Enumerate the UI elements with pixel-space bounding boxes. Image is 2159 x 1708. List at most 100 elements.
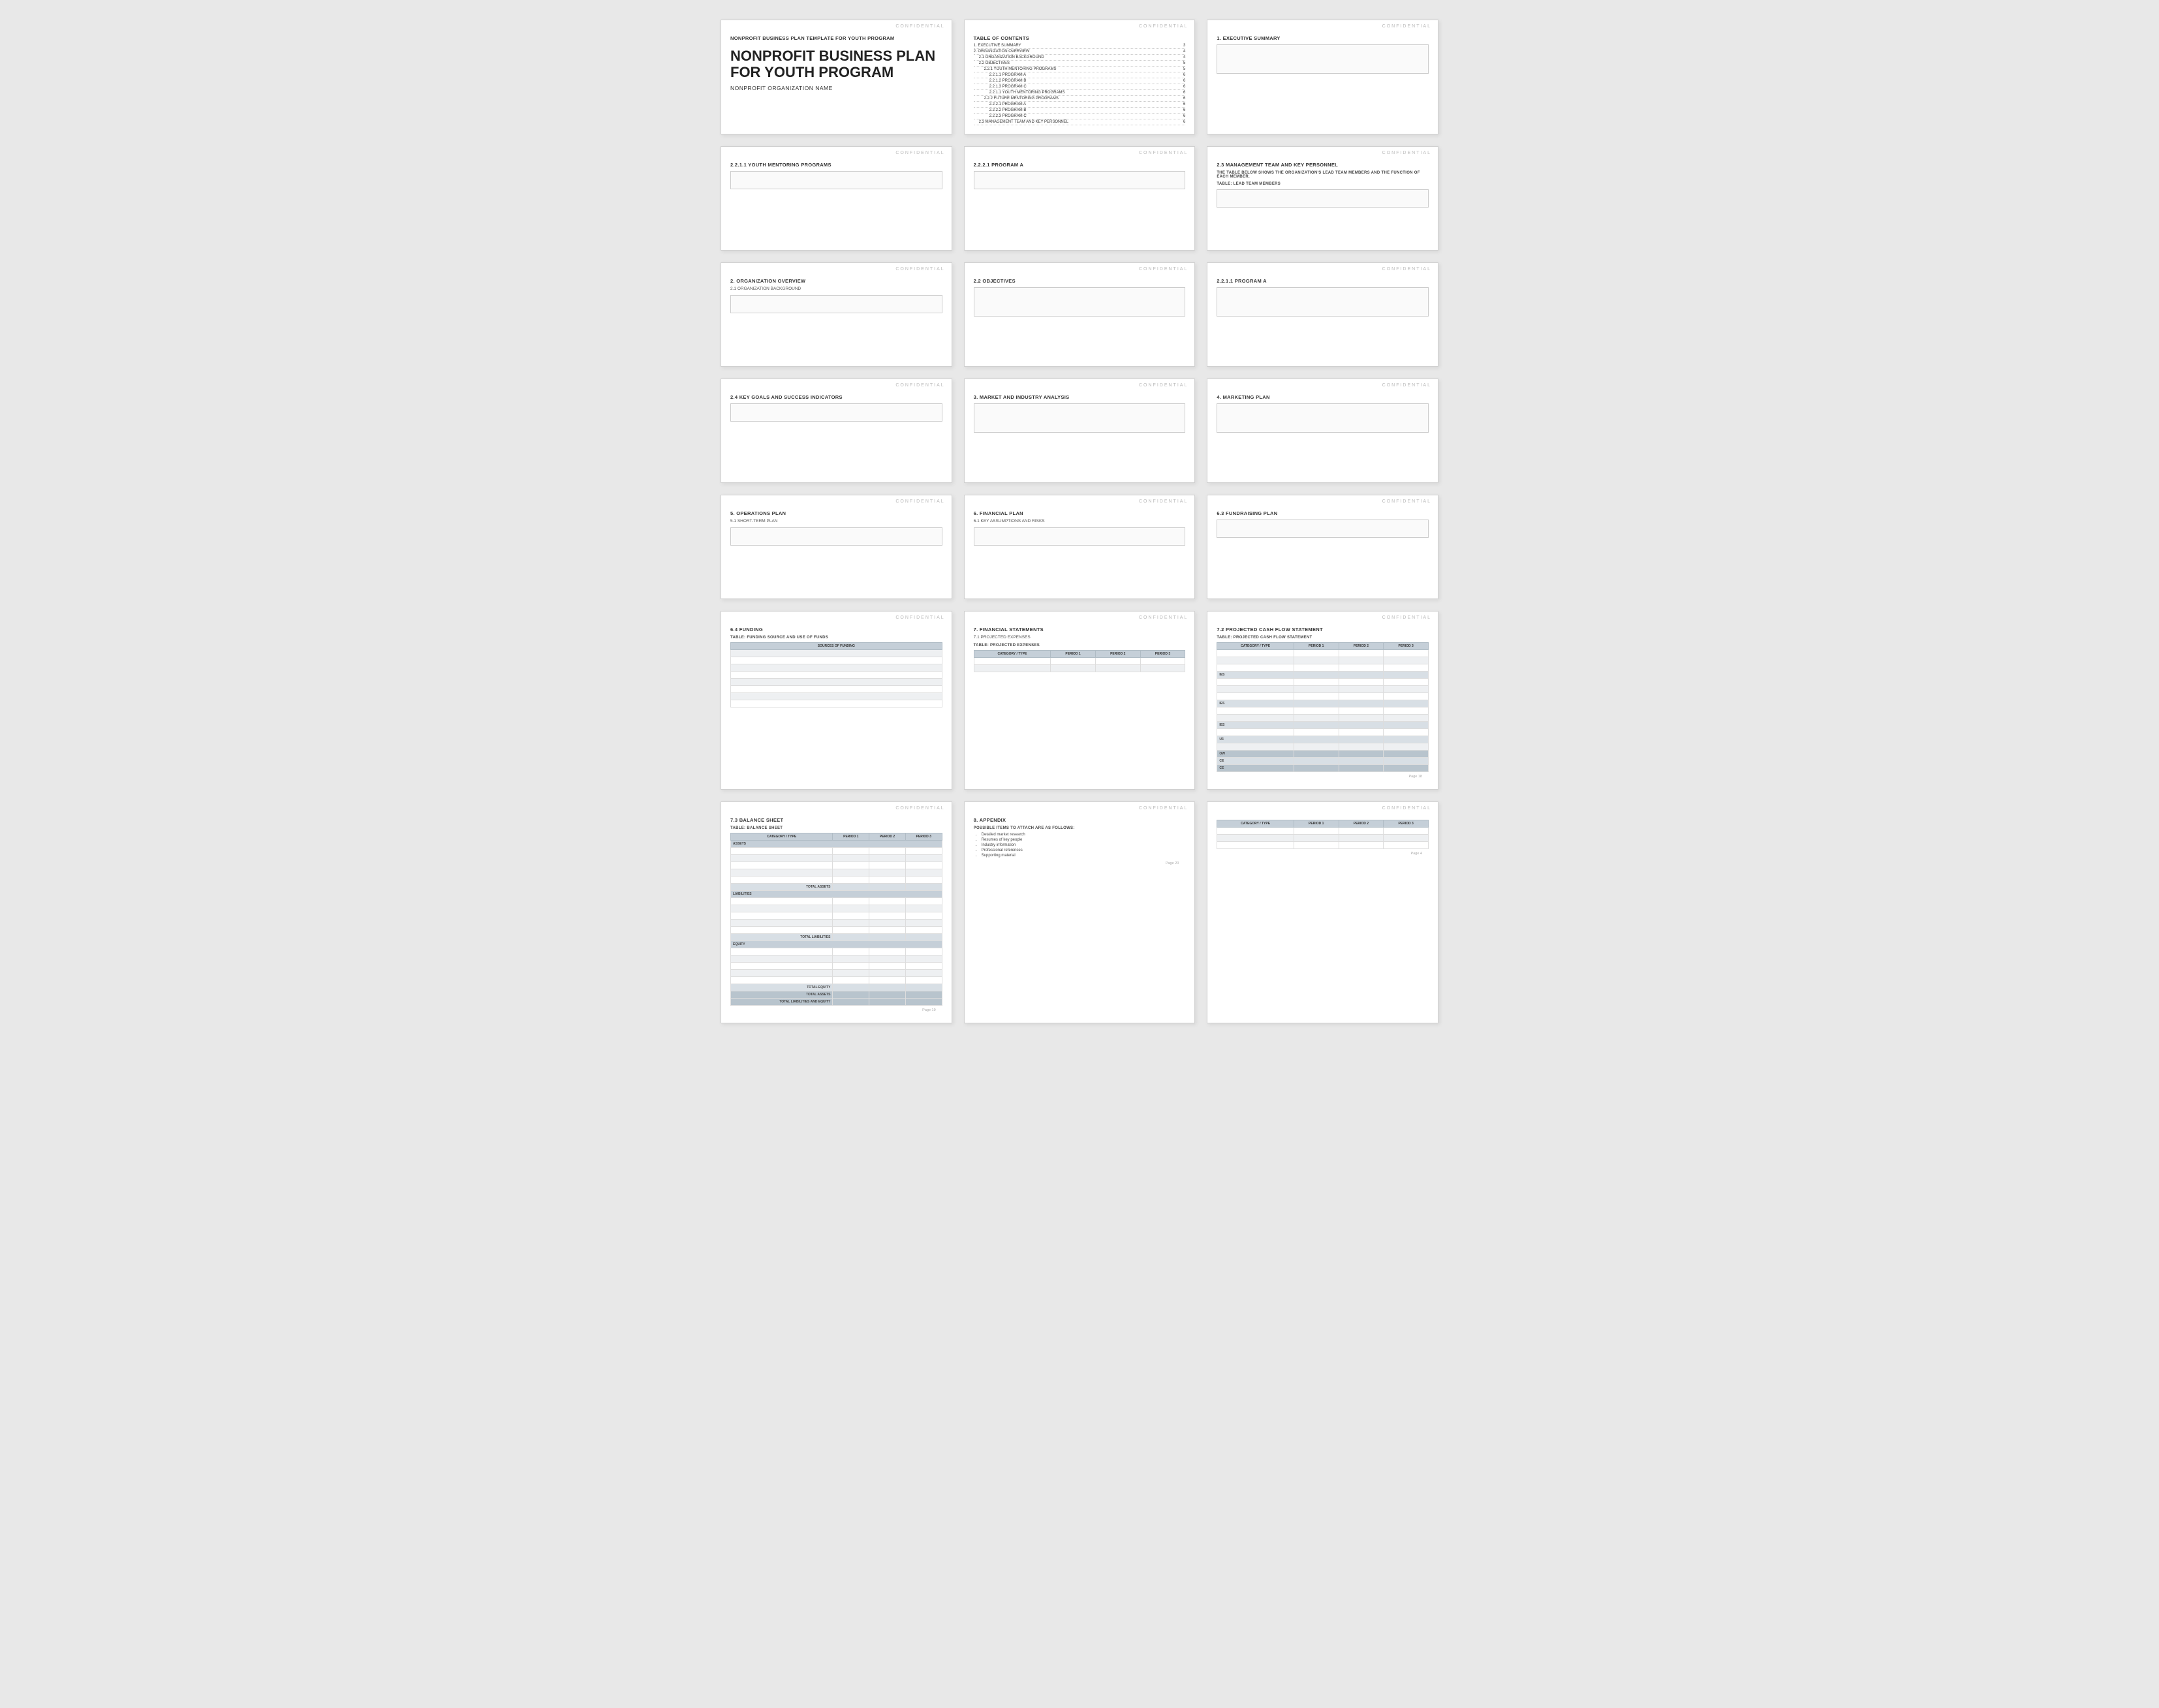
confidential-label-16: CONFIDENTIAL bbox=[721, 612, 952, 621]
operations-box bbox=[730, 527, 942, 546]
market-analysis-heading: 3. MARKET AND INDUSTRY ANALYSIS bbox=[974, 394, 1186, 400]
bs-col-category: CATEGORY / TYPE bbox=[731, 833, 833, 841]
cover-page-card: CONFIDENTIAL NONPROFIT BUSINESS PLAN TEM… bbox=[721, 20, 952, 134]
objectives-heading: 2.2 OBJECTIVES bbox=[974, 278, 1186, 284]
bs-total-equity: TOTAL EQUITY bbox=[731, 984, 833, 991]
cash-flow-page-num: Page 18 bbox=[1217, 772, 1429, 781]
youth-mentoring-heading: 2.2.1.1 YOUTH MENTORING PROGRAMS bbox=[730, 162, 942, 168]
fundraising-box bbox=[1217, 520, 1429, 538]
toc-item-9: 2.2.1.1 YOUTH MENTORING PROGRAMS6 bbox=[974, 91, 1186, 96]
appendix-item-5: Supporting material bbox=[982, 854, 1186, 858]
toc-item-6: 2.2.1.1 PROGRAM A6 bbox=[974, 73, 1186, 78]
balance-sheet-table: CATEGORY / TYPE PERIOD 1 PERIOD 2 PERIOD… bbox=[730, 833, 942, 1006]
funding-row-3 bbox=[731, 664, 942, 672]
balance-sheet-card: CONFIDENTIAL 7.3 BALANCE SHEET TABLE: BA… bbox=[721, 801, 952, 1023]
funding-col-sources: SOURCES OF FUNDING bbox=[731, 643, 942, 650]
fundraising-plan-card: CONFIDENTIAL 6.3 FUNDRAISING PLAN bbox=[1207, 495, 1438, 599]
confidential-label-2: CONFIDENTIAL bbox=[965, 20, 1195, 30]
financial-statements-card: CONFIDENTIAL 7. FINANCIAL STATEMENTS 7.1… bbox=[964, 611, 1196, 790]
confidential-label-10: CONFIDENTIAL bbox=[721, 379, 952, 389]
confidential-label-20: CONFIDENTIAL bbox=[965, 802, 1195, 812]
mgmt-table-box bbox=[1217, 189, 1429, 208]
pe-col-p3: PERIOD 3 bbox=[1140, 651, 1185, 658]
financial-statements-heading: 7. FINANCIAL STATEMENTS bbox=[974, 627, 1186, 632]
funding-card: CONFIDENTIAL 6.4 FUNDING TABLE: FUNDING … bbox=[721, 611, 952, 790]
objectives-box bbox=[974, 287, 1186, 317]
org-overview-box bbox=[730, 295, 942, 313]
confidential-label-1: CONFIDENTIAL bbox=[721, 20, 952, 30]
bs-total-assets: TOTAL ASSETS bbox=[731, 884, 833, 891]
confidential-label-12: CONFIDENTIAL bbox=[1207, 379, 1438, 389]
market-analysis-box bbox=[974, 403, 1186, 433]
bs-total-liab-equity: TOTAL LIABILITIES AND EQUITY bbox=[731, 999, 833, 1006]
toc-item-8: 2.2.1.3 PROGRAM C6 bbox=[974, 85, 1186, 90]
fundraising-heading: 6.3 FUNDRAISING PLAN bbox=[1217, 510, 1429, 516]
confidential-label-11: CONFIDENTIAL bbox=[965, 379, 1195, 389]
mgmt-team-card: CONFIDENTIAL 2.3 MANAGEMENT TEAM AND KEY… bbox=[1207, 146, 1438, 251]
confidential-label-7: CONFIDENTIAL bbox=[721, 263, 952, 273]
cfp4-col-p3: PERIOD 3 bbox=[1384, 820, 1429, 828]
org-overview-card: CONFIDENTIAL 2. ORGANIZATION OVERVIEW 2.… bbox=[721, 262, 952, 367]
toc-list: 1. EXECUTIVE SUMMARY3 2. ORGANIZATION OV… bbox=[974, 44, 1186, 125]
bs-col-p3: PERIOD 3 bbox=[905, 833, 942, 841]
toc-item-3: 2.1 ORGANIZATION BACKGROUND4 bbox=[974, 55, 1186, 61]
projected-expenses-label: TABLE: PROJECTED EXPENSES bbox=[974, 644, 1186, 647]
cover-big-title: NONPROFIT BUSINESS PLAN FOR YOUTH PROGRA… bbox=[730, 48, 942, 81]
toc-item-2: 2. ORGANIZATION OVERVIEW4 bbox=[974, 50, 1186, 55]
cf-col-category: CATEGORY / TYPE bbox=[1217, 643, 1294, 650]
toc-item-10: 2.2.2 FUTURE MENTORING PROGRAMS6 bbox=[974, 97, 1186, 102]
operations-subheading: 5.1 SHORT-TERM PLAN bbox=[730, 519, 942, 523]
cf-col-p1: PERIOD 1 bbox=[1294, 643, 1339, 650]
confidential-label-14: CONFIDENTIAL bbox=[965, 495, 1195, 505]
marketing-plan-card: CONFIDENTIAL 4. MARKETING PLAN bbox=[1207, 379, 1438, 483]
program-a2-box bbox=[1217, 287, 1429, 317]
cfp4-col-p2: PERIOD 2 bbox=[1339, 820, 1384, 828]
cash-flow-table-label: TABLE: PROJECTED CASH FLOW STATEMENT bbox=[1217, 636, 1429, 640]
objectives-card: CONFIDENTIAL 2.2 OBJECTIVES bbox=[964, 262, 1196, 367]
mgmt-table-label: TABLE: LEAD TEAM MEMBERS bbox=[1217, 182, 1429, 186]
mgmt-heading: 2.3 MANAGEMENT TEAM AND KEY PERSONNEL bbox=[1217, 162, 1429, 168]
cash-flow-page4-num: Page 4 bbox=[1217, 849, 1429, 858]
cash-flow-page4-card: CONFIDENTIAL CATEGORY / TYPE PERIOD 1 PE… bbox=[1207, 801, 1438, 1023]
projected-expenses-table: CATEGORY / TYPE PERIOD 1 PERIOD 2 PERIOD… bbox=[974, 650, 1186, 672]
confidential-label-21: CONFIDENTIAL bbox=[1207, 802, 1438, 812]
cash-flow-page4-table: CATEGORY / TYPE PERIOD 1 PERIOD 2 PERIOD… bbox=[1217, 820, 1429, 849]
financial-plan-heading: 6. FINANCIAL PLAN bbox=[974, 510, 1186, 516]
appendix-page-num: Page 20 bbox=[974, 859, 1186, 868]
program-a-card: CONFIDENTIAL 2.2.2.1 PROGRAM A bbox=[964, 146, 1196, 251]
program-a2-heading: 2.2.1.1 PROGRAM A bbox=[1217, 278, 1429, 284]
funding-row-5 bbox=[731, 679, 942, 686]
bs-equity-header: EQUITY bbox=[731, 941, 942, 948]
pe-col-category: CATEGORY / TYPE bbox=[974, 651, 1051, 658]
cover-subtitle: NONPROFIT BUSINESS PLAN TEMPLATE FOR YOU… bbox=[730, 35, 942, 41]
bs-total-liabilities: TOTAL LIABILITIES bbox=[731, 934, 833, 941]
appendix-item-1: Detailed market research bbox=[982, 833, 1186, 837]
appendix-list: Detailed market research Resumes of key … bbox=[974, 833, 1186, 858]
exec-summary-content-box bbox=[1217, 44, 1429, 74]
cfp4-col-category: CATEGORY / TYPE bbox=[1217, 820, 1294, 828]
funding-row-7 bbox=[731, 693, 942, 700]
bs-assets-header: ASSETS bbox=[731, 841, 942, 848]
funding-row-8 bbox=[731, 700, 942, 707]
balance-sheet-page-num: Page 19 bbox=[730, 1006, 942, 1015]
bs-liabilities-header: LIABILITIES bbox=[731, 891, 942, 898]
operations-heading: 5. OPERATIONS PLAN bbox=[730, 510, 942, 516]
toc-heading: TABLE OF CONTENTS bbox=[974, 35, 1186, 41]
confidential-label-13: CONFIDENTIAL bbox=[721, 495, 952, 505]
confidential-label-8: CONFIDENTIAL bbox=[965, 263, 1195, 273]
financial-plan-card: CONFIDENTIAL 6. FINANCIAL PLAN 6.1 KEY A… bbox=[964, 495, 1196, 599]
toc-item-7: 2.2.1.2 PROGRAM B6 bbox=[974, 79, 1186, 84]
funding-table-label: TABLE: FUNDING SOURCE AND USE OF FUNDS bbox=[730, 636, 942, 640]
confidential-label-5: CONFIDENTIAL bbox=[965, 147, 1195, 157]
cf-col-p2: PERIOD 2 bbox=[1339, 643, 1384, 650]
funding-row-2 bbox=[731, 657, 942, 664]
program-a2-card: CONFIDENTIAL 2.2.1.1 PROGRAM A bbox=[1207, 262, 1438, 367]
confidential-label-3: CONFIDENTIAL bbox=[1207, 20, 1438, 30]
cash-flow-table: CATEGORY / TYPE PERIOD 1 PERIOD 2 PERIOD… bbox=[1217, 642, 1429, 772]
confidential-label-4: CONFIDENTIAL bbox=[721, 147, 952, 157]
toc-item-1: 1. EXECUTIVE SUMMARY3 bbox=[974, 44, 1186, 49]
toc-card: CONFIDENTIAL TABLE OF CONTENTS 1. EXECUT… bbox=[964, 20, 1196, 134]
youth-mentoring-box bbox=[730, 171, 942, 189]
market-analysis-card: CONFIDENTIAL 3. MARKET AND INDUSTRY ANAL… bbox=[964, 379, 1196, 483]
document-grid: CONFIDENTIAL NONPROFIT BUSINESS PLAN TEM… bbox=[721, 20, 1438, 1023]
